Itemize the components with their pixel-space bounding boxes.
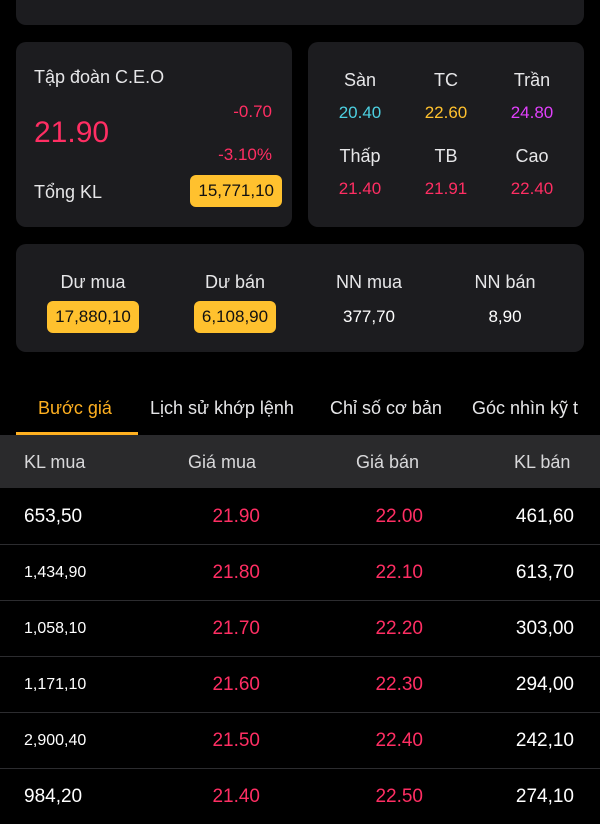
active-tab-indicator [16,432,138,435]
flow-bid-surplus: Dư mua 17,880,10 [22,272,164,333]
current-price: 21.90 [34,116,110,149]
flow-label: Dư mua [60,272,126,292]
bid-price: 21.90 [212,506,260,527]
flow-value: 377,70 [343,307,395,326]
top-header-card [16,0,584,25]
range-reference: TC 22.60 [400,70,492,123]
range-label: TB [434,146,458,166]
bid-volume: 1,434,90 [24,564,87,581]
ask-price: 22.00 [375,506,423,527]
table-row: 2,900,40 21.50 22.40 242,10 [0,713,600,769]
flow-label: Dư bán [204,272,266,292]
range-value: 22.40 [510,179,554,198]
bid-volume: 1,171,10 [24,676,87,693]
bid-price: 21.40 [212,786,260,807]
ask-volume: 294,00 [515,674,574,695]
tab-fundamentals[interactable]: Chỉ số cơ bản [330,383,442,435]
ask-price: 22.40 [375,730,423,751]
order-book-header: KL mua Giá mua Giá bán KL bán [0,436,600,488]
detail-tabs: Bước giá Lịch sử khớp lệnh Chỉ số cơ bản… [0,383,600,436]
range-value: 24.80 [510,103,554,122]
flow-foreign-sell: NN bán 8,90 [434,272,576,333]
flow-ask-surplus: Dư bán 6,108,90 [164,272,306,333]
range-low: Thấp 21.40 [314,146,406,199]
ask-price: 22.30 [375,674,423,695]
flow-label: NN bán [474,272,536,292]
ask-volume: 303,00 [515,618,574,639]
header-ask-volume: KL bán [514,452,571,472]
bid-volume: 984,20 [24,786,83,807]
tab-price-steps[interactable]: Bước giá [38,383,112,435]
header-ask-price: Giá bán [356,452,420,472]
ask-price: 22.20 [375,618,423,639]
range-ceiling: Trần 24.80 [486,70,578,123]
range-label: TC [434,70,458,90]
ask-price: 22.10 [375,562,423,583]
header-bid-volume: KL mua [24,452,86,472]
flow-value-badge: 17,880,10 [47,301,139,333]
stock-name: Tập đoàn C.E.O [34,67,165,87]
range-label: Cao [515,146,549,166]
bid-volume: 2,900,40 [24,732,87,749]
range-label: Trần [513,70,551,90]
price-change-percent: -3.10% [218,145,272,164]
stock-summary-card: Tập đoàn C.E.O 21.90 -0.70 -3.10% Tổng K… [16,42,292,227]
header-bid-price: Giá mua [188,452,257,472]
price-change: -0.70 [233,102,272,121]
range-label: Thấp [339,146,381,166]
ask-volume: 613,70 [515,562,574,583]
range-average: TB 21.91 [400,146,492,199]
table-row: 653,50 21.90 22.00 461,60 [0,489,600,545]
range-floor: Sàn 20.40 [314,70,406,123]
cropped-header-glyphs [126,0,386,2]
table-row: 1,171,10 21.60 22.30 294,00 [0,657,600,713]
range-value: 22.60 [424,103,468,122]
total-volume-badge: 15,771,10 [190,175,282,207]
range-value: 21.91 [424,179,468,198]
ask-volume: 242,10 [515,730,574,751]
bid-volume: 1,058,10 [24,620,87,637]
table-row: 1,434,90 21.80 22.10 613,70 [0,545,600,601]
total-volume-label: Tổng KL [34,182,103,202]
price-range-card: Sàn 20.40 TC 22.60 Trần 24.80 Thấp 21.40… [308,42,584,227]
ask-price: 22.50 [375,786,423,807]
range-value: 21.40 [338,179,382,198]
flow-value: 8,90 [488,307,522,326]
ask-volume: 274,10 [515,786,574,807]
flow-value-badge: 6,108,90 [193,301,277,333]
table-row: 984,20 21.40 22.50 274,10 [0,769,600,807]
bid-price: 21.50 [212,730,260,751]
bid-price: 21.60 [212,674,260,695]
tab-match-history[interactable]: Lịch sử khớp lệnh [150,383,294,435]
bid-price: 21.80 [212,562,260,583]
flow-label: NN mua [335,272,402,292]
table-row: 1,058,10 21.70 22.20 303,00 [0,601,600,657]
bid-price: 21.70 [212,618,260,639]
order-flow-card: Dư mua 17,880,10 Dư bán 6,108,90 NN mua … [16,244,584,352]
range-label: Sàn [343,70,377,90]
ask-volume: 461,60 [515,506,574,527]
bid-volume: 653,50 [24,506,83,527]
range-value: 20.40 [338,103,382,122]
flow-foreign-buy: NN mua 377,70 [298,272,440,333]
tab-technical-view[interactable]: Góc nhìn kỹ t [472,383,578,435]
range-high: Cao 22.40 [486,146,578,199]
